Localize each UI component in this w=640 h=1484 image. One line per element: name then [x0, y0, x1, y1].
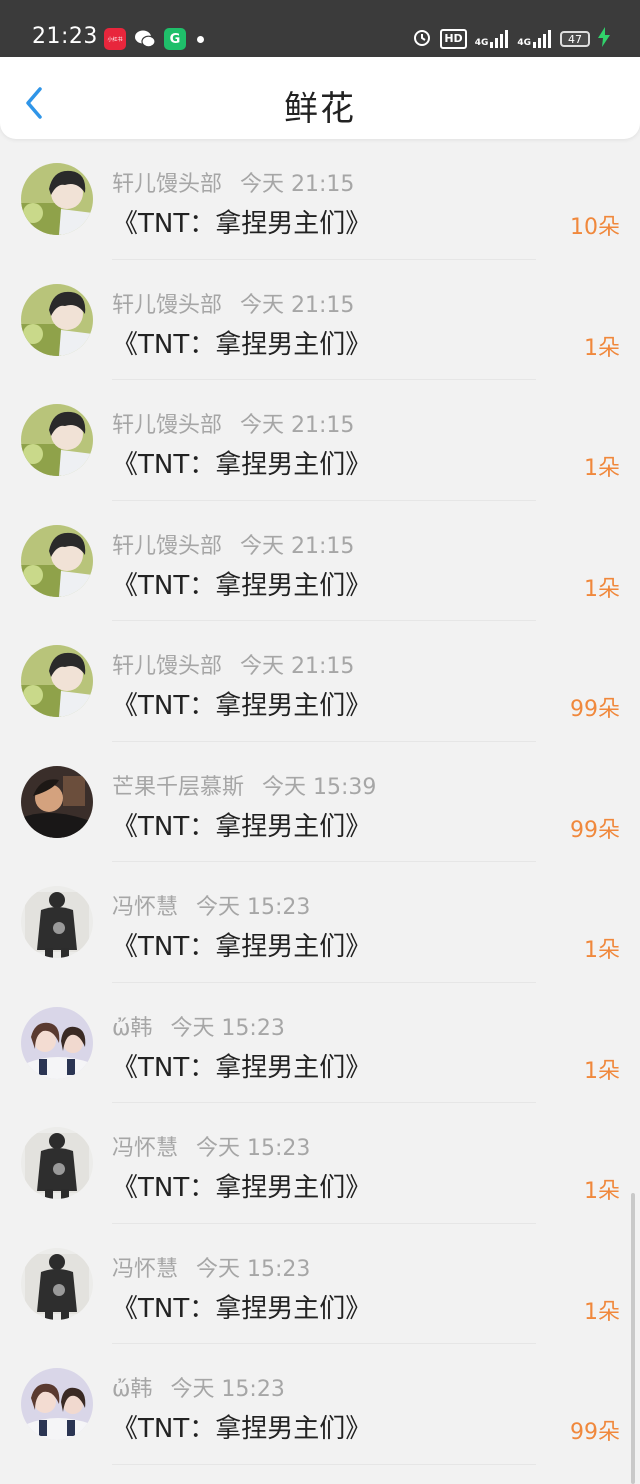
timestamp: 今天 15:23 — [196, 895, 311, 920]
list-item[interactable]: 轩儿馒头部 今天 21:15 《TNT：拿捏男主们》 99朵 — [0, 621, 640, 742]
status-icons: HD 4G 4G 47 — [412, 27, 610, 51]
list-item[interactable]: ὤ韩 今天 15:23 《TNT：拿捏男主们》 1朵 — [0, 983, 640, 1103]
battery-icon: 47 — [560, 31, 590, 47]
nickname-line: 芒果千层慕斯 今天 15:39 — [112, 769, 376, 801]
nickname-line: 轩儿馒头部 今天 21:15 — [112, 648, 354, 680]
flower-count: 1朵 — [584, 576, 620, 602]
flower-count: 1朵 — [584, 456, 620, 481]
list-item[interactable]: 冯怀慧 今天 15:23 《TNT：拿捏男主们》 1朵 — [0, 862, 640, 983]
hd-badge: HD — [440, 29, 467, 49]
list-item[interactable]: 冯怀慧 今天 15:23 《TNT：拿捏男主们》 1朵 — [0, 1224, 640, 1344]
nickname[interactable]: 轩儿馒头部 — [112, 534, 222, 559]
book-title[interactable]: 《TNT：拿捏男主们》 — [112, 1288, 371, 1325]
book-title[interactable]: 《TNT：拿捏男主们》 — [112, 324, 371, 361]
book-title[interactable]: 《TNT：拿捏男主们》 — [112, 203, 371, 240]
timestamp: 今天 15:23 — [170, 1015, 285, 1041]
book-title[interactable]: 《TNT：拿捏男主们》 — [112, 1408, 371, 1445]
nickname-line: 轩儿馒头部 今天 21:15 — [112, 407, 354, 439]
book-title[interactable]: 《TNT：拿捏男主们》 — [112, 685, 371, 722]
timestamp: 今天 21:15 — [240, 413, 355, 438]
flower-count: 99朵 — [570, 697, 620, 722]
green-app-icon: G — [164, 28, 186, 50]
avatar[interactable] — [21, 524, 93, 597]
flower-count: 99朵 — [570, 1420, 620, 1445]
flower-count: 1朵 — [584, 335, 620, 361]
avatar[interactable] — [21, 645, 93, 717]
avatar[interactable] — [21, 886, 93, 958]
signal-icon-2: 4G — [517, 30, 552, 48]
book-title[interactable]: 《TNT：拿捏男主们》 — [112, 444, 371, 481]
flower-list[interactable]: 轩儿馒头部 今天 21:15 《TNT：拿捏男主们》 10朵 轩儿馒头部 今天 21:15… — [0, 139, 640, 1484]
timestamp: 今天 21:15 — [240, 292, 355, 318]
book-title[interactable]: 《TNT：拿捏男主们》 — [112, 1167, 371, 1204]
nickname-line: ὤ韩 今天 15:23 — [112, 1010, 285, 1042]
avatar[interactable] — [21, 404, 93, 476]
notification-dot-icon — [197, 36, 204, 43]
xiaohongshu-icon: 小红书 — [104, 28, 126, 50]
nickname[interactable]: 轩儿馒头部 — [112, 293, 222, 318]
book-title[interactable]: 《TNT：拿捏男主们》 — [112, 806, 371, 843]
nickname-line: ὤ韩 今天 15:23 — [112, 1371, 285, 1403]
avatar[interactable] — [21, 1006, 93, 1079]
timestamp: 今天 15:39 — [262, 774, 377, 800]
list-item[interactable]: 芒果千层慕斯 今天 15:39 《TNT：拿捏男主们》 99朵 — [0, 742, 640, 862]
nickname[interactable]: 轩儿馒头部 — [112, 654, 222, 679]
avatar[interactable] — [21, 163, 93, 235]
nickname[interactable]: ὤ韩 — [112, 1377, 152, 1402]
list-item[interactable]: 轩儿馒头部 今天 21:15 《TNT：拿捏男主们》 1朵 — [0, 380, 640, 501]
timestamp: 今天 21:15 — [240, 654, 355, 679]
nickname-line: 冯怀慧 今天 15:23 — [112, 1130, 310, 1162]
list-item[interactable]: ὤ韩 今天 15:23 《TNT：拿捏男主们》 99朵 — [0, 1344, 640, 1465]
list-item[interactable]: 轩儿馒头部 今天 21:15 《TNT：拿捏男主们》 10朵 — [0, 139, 640, 260]
nickname[interactable]: 芒果千层慕斯 — [112, 775, 244, 800]
timestamp: 今天 21:15 — [240, 172, 355, 197]
book-title[interactable]: 《TNT：拿捏男主们》 — [112, 926, 371, 963]
nickname-line: 轩儿馒头部 今天 21:15 — [112, 287, 354, 319]
avatar[interactable] — [21, 1127, 93, 1199]
flower-count: 1朵 — [584, 1058, 620, 1084]
nickname[interactable]: 轩儿馒头部 — [112, 413, 222, 438]
list-item[interactable]: 轩儿馒头部 今天 21:15 《TNT：拿捏男主们》 1朵 — [0, 501, 640, 621]
header: 鲜花 — [0, 57, 640, 139]
nickname[interactable]: 冯怀慧 — [112, 1257, 178, 1282]
timestamp: 今天 15:23 — [170, 1377, 285, 1402]
flower-count: 10朵 — [570, 215, 620, 240]
alarm-icon — [412, 27, 432, 51]
nickname[interactable]: 冯怀慧 — [112, 895, 178, 920]
flower-count: 1朵 — [584, 938, 620, 963]
wechat-icon — [134, 28, 156, 50]
nickname[interactable]: ὤ韩 — [112, 1016, 152, 1041]
timestamp: 今天 21:15 — [240, 533, 355, 559]
scrollbar[interactable] — [631, 1193, 635, 1484]
timestamp: 今天 15:23 — [196, 1256, 311, 1282]
nickname-line: 冯怀慧 今天 15:23 — [112, 889, 310, 921]
divider — [112, 1463, 536, 1465]
book-title[interactable]: 《TNT：拿捏男主们》 — [112, 1047, 371, 1084]
nickname-line: 轩儿馒头部 今天 21:15 — [112, 166, 354, 198]
flower-count: 1朵 — [584, 1179, 620, 1204]
signal-icon: 4G — [475, 30, 510, 48]
status-bar: 21:23 小红书 G HD 4G 4G 47 — [0, 0, 640, 57]
flower-count: 1朵 — [584, 1299, 620, 1325]
nickname[interactable]: 冯怀慧 — [112, 1136, 178, 1161]
avatar[interactable] — [21, 1247, 93, 1320]
avatar[interactable] — [21, 283, 93, 356]
nickname-line: 冯怀慧 今天 15:23 — [112, 1251, 310, 1283]
avatar[interactable] — [21, 765, 93, 838]
timestamp: 今天 15:23 — [196, 1136, 311, 1161]
nickname[interactable]: 轩儿馒头部 — [112, 172, 222, 197]
list-item[interactable]: 冯怀慧 今天 15:23 《TNT：拿捏男主们》 1朵 — [0, 1103, 640, 1224]
flower-count: 99朵 — [570, 817, 620, 843]
page-title: 鲜花 — [284, 89, 356, 129]
status-time: 21:23 — [32, 24, 98, 49]
book-title[interactable]: 《TNT：拿捏男主们》 — [112, 565, 371, 602]
nickname-line: 轩儿馒头部 今天 21:15 — [112, 528, 354, 560]
list-item[interactable]: 轩儿馒头部 今天 21:15 《TNT：拿捏男主们》 1朵 — [0, 260, 640, 380]
charging-icon — [598, 27, 610, 51]
avatar[interactable] — [21, 1368, 93, 1440]
